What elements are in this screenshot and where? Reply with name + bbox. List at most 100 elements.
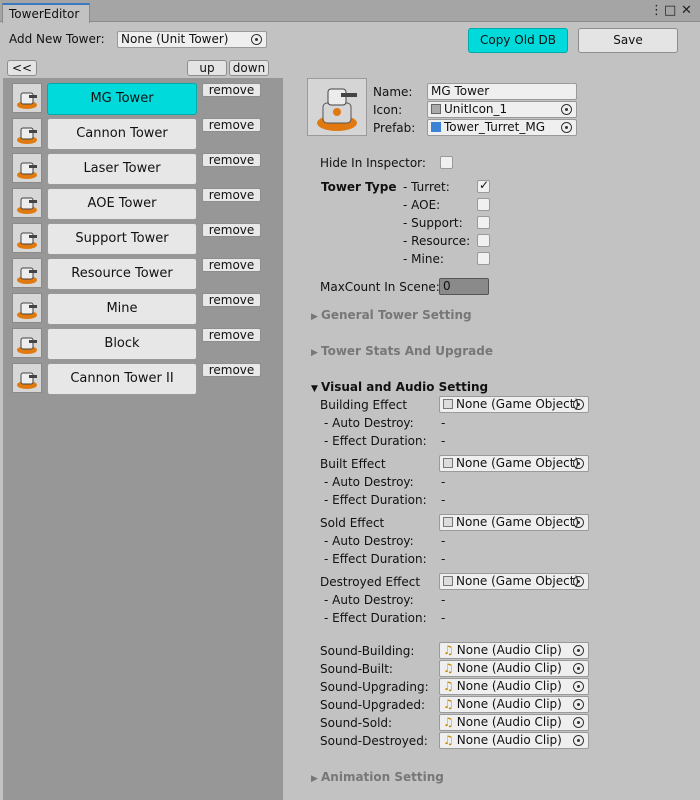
gameobject-icon bbox=[443, 517, 453, 527]
tower-type-checkbox[interactable] bbox=[477, 234, 490, 247]
object-picker-icon[interactable] bbox=[573, 735, 584, 746]
hide-in-inspector-checkbox[interactable] bbox=[440, 156, 453, 169]
effect-object-field[interactable]: None (Game Object) bbox=[439, 573, 589, 590]
remove-tower-button[interactable]: remove bbox=[202, 188, 261, 202]
object-picker-icon[interactable] bbox=[573, 399, 584, 410]
prefab-value: Tower_Turret_MG bbox=[444, 120, 546, 134]
effect-value: None (Game Object) bbox=[456, 456, 580, 470]
maximize-icon[interactable]: □ bbox=[664, 3, 676, 18]
audio-clip-value: None (Audio Clip) bbox=[456, 643, 562, 657]
title-bar bbox=[0, 0, 700, 22]
icon-field[interactable]: UnitIcon_1 bbox=[427, 101, 577, 118]
collapse-list-button[interactable]: << bbox=[7, 60, 37, 76]
object-picker-icon[interactable] bbox=[251, 34, 262, 45]
move-down-button[interactable]: down bbox=[229, 60, 269, 76]
kebab-menu-icon[interactable]: ⋮ bbox=[650, 3, 663, 18]
audio-clip-icon: ♫ bbox=[443, 661, 454, 675]
tower-select-button[interactable]: Block bbox=[47, 328, 197, 360]
object-picker-icon[interactable] bbox=[573, 699, 584, 710]
tower-type-option-label: - AOE: bbox=[403, 198, 441, 212]
tower-type-option-label: - Resource: bbox=[403, 234, 471, 248]
effect-duration-label: - Effect Duration: bbox=[324, 434, 427, 448]
tower-select-button[interactable]: AOE Tower bbox=[47, 188, 197, 220]
remove-tower-button[interactable]: remove bbox=[202, 328, 261, 342]
remove-tower-button[interactable]: remove bbox=[202, 258, 261, 272]
tower-type-checkbox[interactable] bbox=[477, 178, 490, 193]
tower-list-panel bbox=[3, 78, 283, 800]
remove-tower-button[interactable]: remove bbox=[202, 363, 261, 377]
cannon-tower-ii-icon bbox=[12, 363, 42, 393]
add-tower-label: Add New Tower: bbox=[9, 32, 105, 46]
cannon-tower-icon bbox=[12, 118, 42, 148]
effect-duration-value: - bbox=[441, 611, 446, 625]
sound-label: Sound-Built: bbox=[320, 662, 393, 676]
tower-type-label: Tower Type bbox=[321, 180, 397, 194]
tower-select-button[interactable]: Laser Tower bbox=[47, 153, 197, 185]
general-tower-setting-foldout[interactable]: ▶ General Tower Setting bbox=[311, 308, 472, 322]
copy-old-db-button[interactable]: Copy Old DB bbox=[468, 28, 568, 53]
add-tower-field[interactable]: None (Unit Tower) bbox=[117, 31, 267, 48]
move-up-button[interactable]: up bbox=[187, 60, 227, 76]
tower-select-button[interactable]: Resource Tower bbox=[47, 258, 197, 290]
icon-label: Icon: bbox=[373, 103, 403, 117]
tower-type-checkbox[interactable] bbox=[477, 216, 490, 229]
tower-select-button[interactable]: Mine bbox=[47, 293, 197, 325]
auto-destroy-label: - Auto Destroy: bbox=[324, 534, 414, 548]
object-picker-icon[interactable] bbox=[573, 663, 584, 674]
tower-select-button[interactable]: Cannon Tower bbox=[47, 118, 197, 150]
audio-clip-value: None (Audio Clip) bbox=[456, 661, 562, 675]
mine-icon bbox=[12, 293, 42, 323]
object-picker-icon[interactable] bbox=[573, 681, 584, 692]
audio-clip-value: None (Audio Clip) bbox=[456, 733, 562, 747]
name-label: Name: bbox=[373, 85, 413, 99]
tower-stats-foldout[interactable]: ▶ Tower Stats And Upgrade bbox=[311, 344, 493, 358]
remove-tower-button[interactable]: remove bbox=[202, 118, 261, 132]
effect-duration-label: - Effect Duration: bbox=[324, 611, 427, 625]
auto-destroy-value: - bbox=[441, 416, 446, 430]
tower-type-option-label: - Turret: bbox=[403, 180, 450, 194]
object-picker-icon[interactable] bbox=[573, 517, 584, 528]
object-picker-icon[interactable] bbox=[573, 576, 584, 587]
effect-label: Built Effect bbox=[320, 457, 386, 471]
save-button[interactable]: Save bbox=[578, 28, 678, 53]
audio-clip-field[interactable]: ♫ None (Audio Clip) bbox=[439, 678, 589, 695]
object-picker-icon[interactable] bbox=[561, 122, 572, 133]
remove-tower-button[interactable]: remove bbox=[202, 153, 261, 167]
tower-select-button[interactable]: Support Tower bbox=[47, 223, 197, 255]
effect-object-field[interactable]: None (Game Object) bbox=[439, 514, 589, 531]
object-picker-icon[interactable] bbox=[573, 717, 584, 728]
effect-object-field[interactable]: None (Game Object) bbox=[439, 396, 589, 413]
tower-type-checkbox[interactable] bbox=[477, 198, 490, 211]
prefab-field[interactable]: Tower_Turret_MG bbox=[427, 119, 577, 136]
effect-object-field[interactable]: None (Game Object) bbox=[439, 455, 589, 472]
remove-tower-button[interactable]: remove bbox=[202, 83, 261, 97]
tower-type-checkbox[interactable] bbox=[477, 252, 490, 265]
name-input[interactable]: MG Tower bbox=[427, 83, 577, 100]
audio-clip-field[interactable]: ♫ None (Audio Clip) bbox=[439, 732, 589, 749]
maxcount-input[interactable]: 0 bbox=[439, 278, 489, 295]
object-picker-icon[interactable] bbox=[573, 458, 584, 469]
close-icon[interactable]: ✕ bbox=[681, 3, 692, 18]
object-picker-icon[interactable] bbox=[573, 645, 584, 656]
audio-clip-icon: ♫ bbox=[443, 697, 454, 711]
add-tower-value: None (Unit Tower) bbox=[121, 32, 229, 46]
remove-tower-button[interactable]: remove bbox=[202, 223, 261, 237]
audio-clip-field[interactable]: ♫ None (Audio Clip) bbox=[439, 660, 589, 677]
object-picker-icon[interactable] bbox=[561, 104, 572, 115]
animation-setting-foldout[interactable]: ▶ Animation Setting bbox=[311, 770, 444, 784]
effect-value: None (Game Object) bbox=[456, 574, 580, 588]
fold-open-icon: ▼ bbox=[311, 384, 318, 394]
fold-closed-icon: ▶ bbox=[311, 312, 318, 322]
audio-clip-field[interactable]: ♫ None (Audio Clip) bbox=[439, 642, 589, 659]
visual-audio-foldout[interactable]: ▼ Visual and Audio Setting bbox=[311, 380, 488, 394]
window-tab[interactable]: TowerEditor bbox=[2, 3, 90, 23]
tower-select-button[interactable]: MG Tower bbox=[47, 83, 197, 115]
remove-tower-button[interactable]: remove bbox=[202, 293, 261, 307]
laser-tower-icon bbox=[12, 153, 42, 183]
sound-label: Sound-Destroyed: bbox=[320, 734, 428, 748]
audio-clip-field[interactable]: ♫ None (Audio Clip) bbox=[439, 696, 589, 713]
block-icon bbox=[12, 328, 42, 358]
tower-select-button[interactable]: Cannon Tower II bbox=[47, 363, 197, 395]
sound-label: Sound-Upgrading: bbox=[320, 680, 429, 694]
audio-clip-field[interactable]: ♫ None (Audio Clip) bbox=[439, 714, 589, 731]
